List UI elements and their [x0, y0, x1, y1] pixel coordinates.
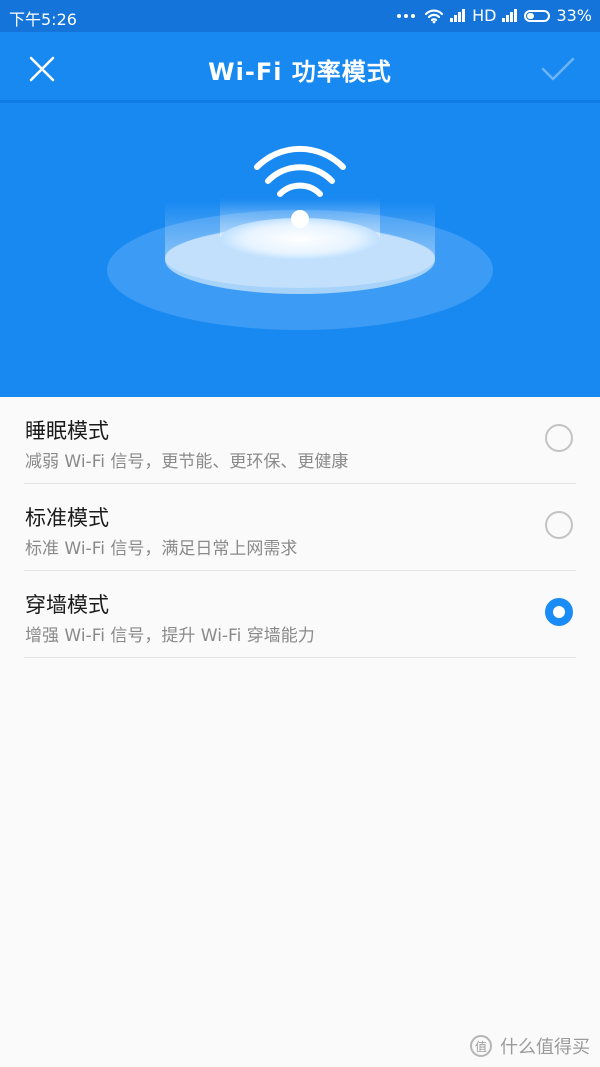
option-standard-mode[interactable]: 标准模式 标准 Wi-Fi 信号，满足日常上网需求 — [24, 484, 576, 571]
status-bar: 下午5:26 HD 33% — [0, 0, 600, 32]
option-description: 标准 Wi-Fi 信号，满足日常上网需求 — [25, 539, 298, 559]
wifi-icon — [424, 9, 444, 23]
hero-banner — [0, 103, 600, 397]
option-description: 增强 Wi-Fi 信号，提升 Wi-Fi 穿墙能力 — [25, 626, 315, 646]
signal-icon — [450, 9, 466, 22]
battery-percent: 33% — [556, 6, 592, 25]
watermark: 值 什么值得买 — [470, 1033, 590, 1059]
more-dots-icon — [397, 13, 418, 18]
status-indicators: HD 33% — [391, 6, 592, 25]
option-title: 标准模式 — [25, 506, 109, 530]
watermark-text: 什么值得买 — [500, 1037, 590, 1058]
mode-options-list: 睡眠模式 减弱 Wi-Fi 信号，更节能、更环保、更健康 标准模式 标准 Wi-… — [0, 397, 600, 658]
battery-icon — [524, 9, 551, 22]
watermark-logo-icon: 值 — [470, 1035, 492, 1057]
option-title: 穿墙模式 — [25, 593, 109, 617]
router-wifi-illustration — [107, 145, 493, 330]
checkmark-icon — [541, 57, 575, 81]
signal-icon-2 — [502, 9, 518, 22]
header: Wi-Fi 功率模式 — [0, 32, 600, 102]
option-sleep-mode[interactable]: 睡眠模式 减弱 Wi-Fi 信号，更节能、更环保、更健康 — [24, 397, 576, 484]
status-time: 下午5:26 — [9, 10, 77, 29]
radio-button-selected[interactable] — [545, 598, 573, 626]
page-title: Wi-Fi 功率模式 — [208, 58, 392, 86]
option-description: 减弱 Wi-Fi 信号，更节能、更环保、更健康 — [25, 452, 349, 472]
option-wall-penetration-mode[interactable]: 穿墙模式 增强 Wi-Fi 信号，提升 Wi-Fi 穿墙能力 — [24, 571, 576, 658]
radio-button[interactable] — [545, 511, 573, 539]
radio-button[interactable] — [545, 424, 573, 452]
option-title: 睡眠模式 — [25, 419, 109, 443]
network-type: HD — [472, 6, 497, 25]
confirm-button[interactable] — [538, 49, 578, 89]
